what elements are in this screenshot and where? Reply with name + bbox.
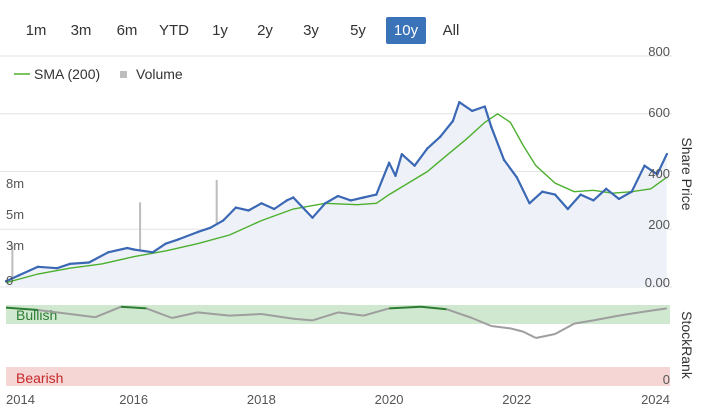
price-point xyxy=(643,164,646,167)
stockrank-segment xyxy=(491,325,511,330)
price-point xyxy=(426,147,429,150)
x-tick-label: 2016 xyxy=(119,392,148,407)
price-point xyxy=(579,193,582,196)
bullish-band xyxy=(6,305,670,324)
stockrank-segment xyxy=(554,322,575,335)
stockrank-tick-label: 0 xyxy=(663,372,670,387)
x-tick-label: 2024 xyxy=(641,392,670,407)
price-tick-label: 600 xyxy=(648,105,670,120)
price-point xyxy=(483,105,487,108)
price-tick-label: 400 xyxy=(648,166,670,181)
sma-legend-label[interactable]: SMA (200) xyxy=(34,66,100,82)
price-tick-label: 200 xyxy=(648,217,670,232)
volume-tick-label: 8m xyxy=(6,176,24,191)
price-point xyxy=(126,246,129,250)
price-point xyxy=(451,119,455,123)
volume-tick-label: 0 xyxy=(6,273,13,288)
volume-tick-label: 3m xyxy=(6,238,24,253)
stockrank-axis-title: StockRank xyxy=(679,311,695,380)
stockrank-segment xyxy=(535,333,556,339)
price-point xyxy=(528,202,531,205)
price-point xyxy=(490,125,493,128)
price-point xyxy=(349,199,352,202)
price-tick-label: 800 xyxy=(648,44,670,59)
price-point xyxy=(177,238,180,241)
price-layer xyxy=(4,101,669,287)
x-tick-label: 2022 xyxy=(502,392,531,407)
price-tick-label: 0.00 xyxy=(645,275,670,290)
chart-svg: BullishBearish 8006004002000.008m5m3m00S… xyxy=(0,44,695,407)
x-tick-label: 2020 xyxy=(375,392,404,407)
price-point xyxy=(665,152,669,156)
price-point xyxy=(502,158,506,162)
price-point xyxy=(285,199,289,202)
price-point xyxy=(617,197,621,201)
price-point xyxy=(470,109,474,113)
price-point xyxy=(438,135,442,139)
price-point xyxy=(592,199,595,202)
price-point xyxy=(272,207,276,211)
price-point xyxy=(515,176,518,179)
price-point xyxy=(209,226,212,230)
price-point xyxy=(566,207,570,211)
price-point xyxy=(55,267,59,270)
price-point xyxy=(630,190,633,193)
price-point xyxy=(553,193,557,196)
stockrank-segment xyxy=(510,327,524,333)
price-point xyxy=(221,219,225,222)
stockrank-segment xyxy=(522,330,537,339)
volume-legend-swatch[interactable] xyxy=(120,71,127,78)
x-tick-label: 2018 xyxy=(247,392,276,407)
bearish-band xyxy=(6,367,670,386)
price-point xyxy=(87,261,91,264)
price-point xyxy=(132,248,135,251)
price-point xyxy=(324,202,327,205)
price-point xyxy=(458,101,461,104)
stockrank-panel: BullishBearish xyxy=(5,305,670,386)
price-point xyxy=(164,242,167,245)
price-point xyxy=(17,274,20,277)
x-tick-label: 2014 xyxy=(6,392,35,407)
price-point xyxy=(151,251,155,254)
share-price-axis-title: Share Price xyxy=(679,137,695,210)
price-point xyxy=(362,196,365,199)
price-point xyxy=(68,262,72,266)
volume-legend-label[interactable]: Volume xyxy=(136,66,183,82)
price-point xyxy=(196,230,199,234)
price-point xyxy=(311,216,314,219)
price-point xyxy=(387,161,391,165)
price-point xyxy=(375,193,378,196)
price-point xyxy=(400,152,404,156)
price-point xyxy=(247,209,250,212)
stock-chart-widget: 1m 3m 6m YTD 1y 2y 3y 5y 10y All Bullish Bearish 8… xyxy=(0,0,706,408)
price-point xyxy=(36,265,40,268)
price-point xyxy=(260,202,263,205)
price-point xyxy=(541,190,544,193)
price-point xyxy=(336,194,340,198)
legend: SMA (200) Volume xyxy=(14,66,183,82)
price-area xyxy=(6,102,667,287)
price-point xyxy=(234,206,238,209)
bearish-label: Bearish xyxy=(16,370,63,386)
price-point xyxy=(292,196,295,199)
price-point xyxy=(604,187,608,191)
price-point xyxy=(394,174,397,178)
price-point xyxy=(413,164,416,167)
price-point xyxy=(106,251,110,254)
volume-tick-label: 5m xyxy=(6,207,24,222)
